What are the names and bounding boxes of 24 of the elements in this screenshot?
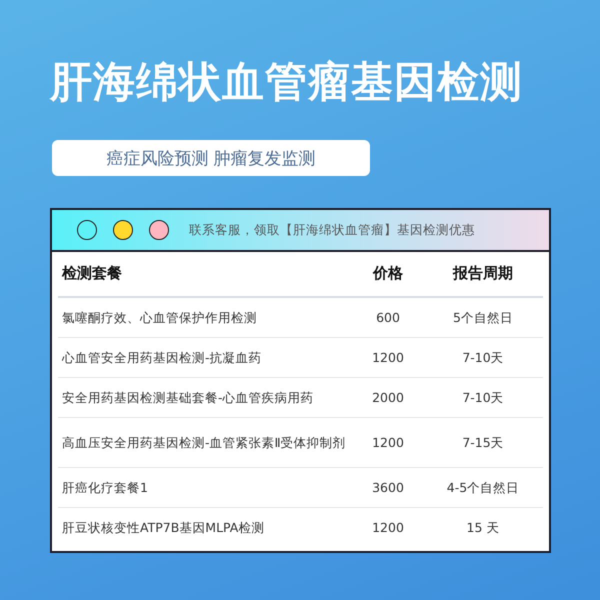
table-cell-text: 1200: [371, 348, 405, 367]
page-title: 肝海绵状血管瘤基因检测: [50, 56, 524, 108]
table-cell-text: 7-15天: [461, 434, 505, 452]
table-cell-text: 2000: [371, 388, 405, 407]
subtitle-banner: 癌症风险预测 肿瘤复发监测: [52, 140, 370, 176]
table-cell-text: 氯噻酮疗效、心血管保护作用检测: [61, 308, 258, 327]
table-cell-text: 肝癌化疗套餐1: [61, 478, 149, 497]
table-cell-text: 7-10天: [461, 388, 505, 407]
table-cell-text: 安全用药基因检测基础套餐-心血管疾病用药: [61, 388, 315, 407]
table-cell-text: 5个自然日: [452, 308, 514, 327]
table-cell-text: 4-5个自然日: [446, 478, 520, 497]
table-cell-text: 15 天: [466, 518, 500, 537]
column-header: 检测套餐: [60, 263, 123, 284]
table-cell-text: 7-10天: [461, 348, 505, 367]
column-header: 价格: [372, 263, 404, 284]
notice-text: 联系客服，领取【肝海绵状血管瘤】基因检测优惠: [189, 222, 475, 238]
table-cell-text: 高血压安全用药基因检测-血管紧张素Ⅱ受体抑制剂: [61, 434, 347, 452]
table-cell-text: 1200: [371, 518, 405, 537]
table-cell-text: 3600: [371, 478, 405, 497]
table-cell-text: 心血管安全用药基因检测-抗凝血药: [60, 348, 263, 367]
column-header: 报告周期: [452, 263, 514, 284]
table-cell-text: 600: [375, 308, 401, 327]
table-cell-text: 肝豆状核变性ATP7B基因MLPA检测: [61, 518, 266, 537]
table-cell-text: 1200: [371, 434, 405, 452]
